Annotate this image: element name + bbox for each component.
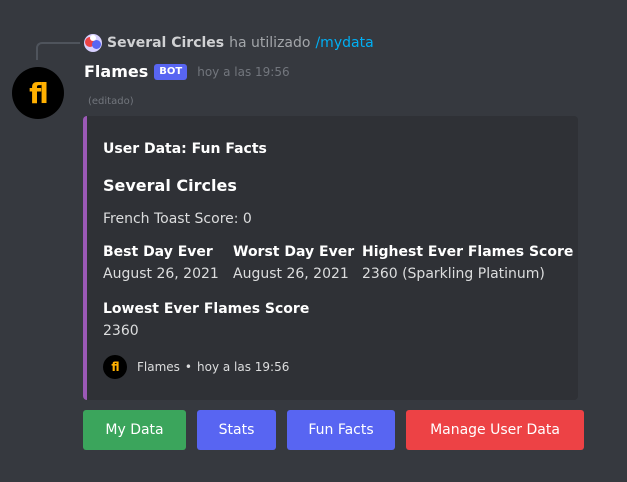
footer-timestamp: hoy a las 19:56: [197, 360, 290, 374]
field-value: August 26, 2021: [103, 266, 219, 282]
bot-badge: BOT: [154, 63, 188, 80]
flames-logo-glyph: fl: [111, 360, 119, 374]
manage-user-data-button[interactable]: Manage User Data: [406, 410, 584, 450]
reply-connector-line: [36, 42, 80, 60]
slash-command-link[interactable]: /mydata: [315, 35, 373, 51]
replied-user-avatar[interactable]: [84, 34, 102, 52]
bot-username[interactable]: Flames: [84, 62, 148, 81]
field-name: Worst Day Ever: [233, 244, 355, 260]
flames-footer-icon: fl: [103, 355, 127, 379]
footer-text: Flames: [137, 360, 180, 374]
my-data-button[interactable]: My Data: [83, 410, 186, 450]
field-value: 2360 (Sparkling Platinum): [362, 266, 545, 282]
bot-avatar[interactable]: fl: [12, 67, 64, 119]
embed-field-lowest-score: Lowest Ever Flames Score 2360: [103, 301, 309, 339]
embed-card: User Data: Fun Facts Several Circles Fre…: [83, 116, 578, 400]
embed-author: User Data: Fun Facts: [103, 141, 267, 157]
stats-button[interactable]: Stats: [197, 410, 276, 450]
field-name: Lowest Ever Flames Score: [103, 301, 310, 317]
field-name: Best Day Ever: [103, 244, 213, 260]
message-header: Flames BOT hoy a las 19:56: [84, 62, 290, 81]
footer-separator: •: [184, 360, 192, 374]
reply-verb-text: ha utilizado: [229, 35, 311, 51]
embed-field-highest-score: Highest Ever Flames Score 2360 (Sparklin…: [362, 244, 573, 282]
replied-username[interactable]: Several Circles: [107, 35, 224, 51]
embed-title: Several Circles: [103, 176, 237, 195]
reply-reference[interactable]: Several Circles ha utilizado /mydata: [84, 33, 374, 53]
embed-field-worst-day: Worst Day Ever August 26, 2021: [233, 244, 354, 282]
embed-footer: fl Flames • hoy a las 19:56: [103, 355, 289, 379]
field-value: August 26, 2021: [233, 266, 349, 282]
action-buttons-row: My Data Stats Fun Facts Manage User Data: [83, 410, 584, 450]
edited-label: (editado): [88, 96, 134, 107]
message-timestamp: hoy a las 19:56: [197, 64, 290, 79]
flames-logo-glyph: fl: [29, 76, 49, 110]
embed-field-best-day: Best Day Ever August 26, 2021: [103, 244, 219, 282]
field-name: Highest Ever Flames Score: [362, 244, 574, 260]
field-value: 2360: [103, 323, 139, 339]
fun-facts-button[interactable]: Fun Facts: [287, 410, 395, 450]
embed-description: French Toast Score: 0: [103, 211, 252, 227]
